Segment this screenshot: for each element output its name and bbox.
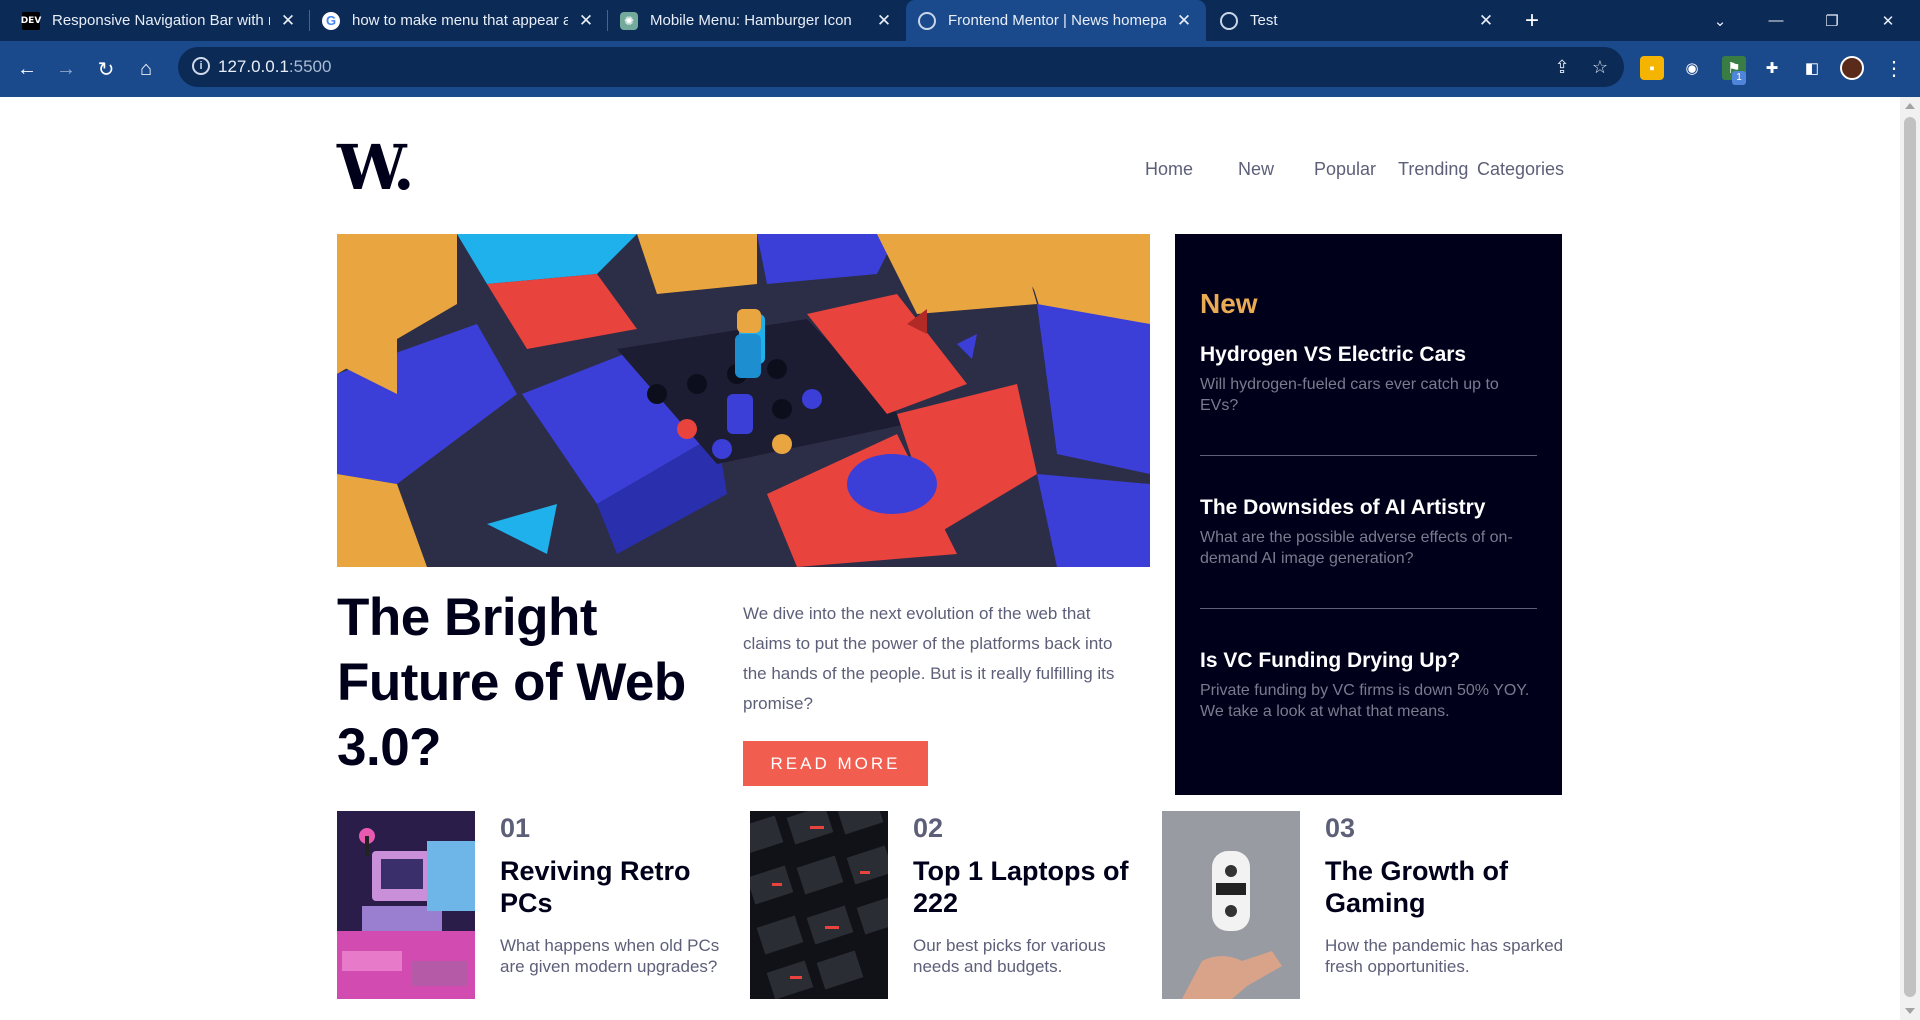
nav-new[interactable]: New bbox=[1238, 159, 1274, 180]
hero-title: The Bright Future of Web 3.0? bbox=[337, 588, 686, 777]
tab-title: Responsive Navigation Bar with n bbox=[52, 12, 270, 29]
new-article-title[interactable]: Is VC Funding Drying Up? bbox=[1200, 648, 1540, 674]
tab-frontend-mentor[interactable]: Frontend Mentor | News homepa ✕ bbox=[906, 0, 1206, 41]
new-article-item[interactable]: Is VC Funding Drying Up? Private funding… bbox=[1200, 648, 1540, 722]
tab-test[interactable]: Test ✕ bbox=[1208, 0, 1508, 41]
tab-responsive-navigation[interactable]: DEV Responsive Navigation Bar with n ✕ bbox=[10, 0, 310, 41]
read-more-button[interactable]: READ MORE bbox=[743, 741, 928, 786]
puzzle-extensions-icon[interactable]: ✚ bbox=[1760, 56, 1784, 80]
close-icon[interactable]: ✕ bbox=[874, 11, 894, 31]
restore-button[interactable]: ❐ bbox=[1804, 0, 1860, 41]
card-summary: Our best picks for various needs and bud… bbox=[913, 936, 1106, 976]
nav-trending[interactable]: Trending bbox=[1398, 159, 1468, 180]
home-icon[interactable]: ⌂ bbox=[128, 51, 164, 87]
close-icon[interactable]: ✕ bbox=[1476, 11, 1496, 31]
google-icon: G bbox=[322, 11, 340, 30]
site-logo[interactable]: W. bbox=[337, 137, 415, 199]
profile-avatar[interactable] bbox=[1840, 56, 1864, 80]
tab-mobile-menu[interactable]: ✺ Mobile Menu: Hamburger Icon ✕ bbox=[608, 0, 906, 41]
address-url[interactable]: 127.0.0.1:5500 bbox=[218, 57, 331, 77]
nav-popular[interactable]: Popular bbox=[1314, 159, 1376, 180]
retro-pc-image bbox=[337, 811, 475, 999]
minimize-button[interactable]: — bbox=[1748, 0, 1804, 41]
dev-icon: DEV bbox=[21, 11, 41, 30]
card-number: 02 bbox=[913, 813, 944, 843]
new-heading: New bbox=[1200, 288, 1258, 319]
card-number: 01 bbox=[500, 813, 531, 843]
tab-search-chevron-icon[interactable]: ⌄ bbox=[1692, 0, 1748, 41]
address-bar[interactable]: i 127.0.0.1:5500 ⇪ ☆ bbox=[178, 47, 1624, 87]
keyboard-image bbox=[750, 811, 888, 999]
spy-glasses-extension-icon[interactable]: ◉ bbox=[1680, 56, 1704, 80]
article-card: 02 Top 1 Laptops of 222 Our best picks f… bbox=[750, 811, 1150, 999]
url-host: 127.0.0.1 bbox=[218, 57, 289, 76]
tab-how-to-make-menu[interactable]: G how to make menu that appear a ✕ bbox=[310, 0, 608, 41]
chatgpt-icon: ✺ bbox=[620, 11, 638, 30]
new-articles-panel: New Hydrogen VS Electric Cars Will hydro… bbox=[1175, 234, 1562, 795]
browser-toolbar: ← → ↻ ⌂ i 127.0.0.1:5500 ⇪ ☆ ▪ ◉ ⚑ 1 ✚ ◧… bbox=[0, 41, 1920, 97]
hero-description: We dive into the next evolution of the w… bbox=[743, 604, 1115, 713]
new-tab-button[interactable]: + bbox=[1518, 0, 1546, 41]
close-icon[interactable]: ✕ bbox=[576, 11, 596, 31]
card-summary: How the pandemic has sparked fresh oppor… bbox=[1325, 936, 1564, 976]
hero-image bbox=[337, 234, 1150, 567]
article-card: 03 The Growth of Gaming How the pandemic… bbox=[1162, 811, 1565, 999]
new-article-title[interactable]: The Downsides of AI Artistry bbox=[1200, 495, 1540, 521]
close-icon[interactable]: ✕ bbox=[278, 11, 298, 31]
gaming-thumbnail bbox=[1162, 811, 1300, 999]
nav-categories[interactable]: Categories bbox=[1477, 159, 1564, 180]
back-arrow-icon[interactable]: ← bbox=[9, 51, 45, 87]
card-title[interactable]: The Growth of Gaming bbox=[1325, 855, 1565, 919]
card-title[interactable]: Top 1 Laptops of 222 bbox=[913, 855, 1153, 919]
tab-title: Frontend Mentor | News homepa bbox=[948, 12, 1166, 29]
page-viewport: W. Home New Popular Trending Categories bbox=[0, 97, 1900, 1020]
new-article-summary: What are the possible adverse effects of… bbox=[1200, 529, 1513, 567]
new-article-item[interactable]: Hydrogen VS Electric Cars Will hydrogen-… bbox=[1200, 342, 1540, 416]
laptop-thumbnail bbox=[750, 811, 888, 999]
site-info-icon[interactable]: i bbox=[192, 57, 210, 75]
new-article-item[interactable]: The Downsides of AI Artistry What are th… bbox=[1200, 495, 1540, 569]
divider bbox=[1200, 455, 1537, 456]
keep-extension-icon[interactable]: ▪ bbox=[1640, 56, 1664, 80]
retro-pc-thumbnail bbox=[337, 811, 475, 999]
url-port: :5500 bbox=[288, 57, 332, 76]
divider bbox=[1200, 608, 1537, 609]
new-article-title[interactable]: Hydrogen VS Electric Cars bbox=[1200, 342, 1540, 368]
nav-home[interactable]: Home bbox=[1145, 159, 1193, 180]
hero-blocks-illustration bbox=[337, 234, 1150, 567]
article-card: 01 Reviving Retro PCs What happens when … bbox=[337, 811, 737, 999]
card-number: 03 bbox=[1325, 813, 1356, 843]
close-icon[interactable]: ✕ bbox=[1174, 11, 1194, 31]
tab-title: Mobile Menu: Hamburger Icon bbox=[650, 12, 852, 29]
scrollbar-thumb[interactable] bbox=[1904, 117, 1916, 997]
new-article-summary: Private funding by VC firms is down 50% … bbox=[1200, 682, 1530, 720]
window-close-button[interactable]: ✕ bbox=[1860, 0, 1916, 41]
tab-title: Test bbox=[1250, 12, 1278, 29]
extension-badge: 1 bbox=[1732, 71, 1746, 85]
page-scrollbar[interactable] bbox=[1900, 97, 1920, 1020]
new-article-summary: Will hydrogen-fueled cars ever catch up … bbox=[1200, 376, 1499, 414]
bookmark-star-icon[interactable]: ☆ bbox=[1586, 53, 1614, 81]
scroll-up-arrow-icon[interactable] bbox=[1905, 103, 1915, 109]
scroll-down-arrow-icon[interactable] bbox=[1905, 1008, 1915, 1014]
share-icon[interactable]: ⇪ bbox=[1548, 53, 1576, 81]
globe-icon bbox=[1220, 11, 1238, 30]
tab-title: how to make menu that appear a bbox=[352, 12, 568, 29]
card-summary: What happens when old PCs are given mode… bbox=[500, 936, 720, 976]
globe-icon bbox=[918, 11, 936, 30]
side-panel-icon[interactable]: ◧ bbox=[1800, 56, 1824, 80]
reload-icon[interactable]: ↻ bbox=[88, 51, 124, 87]
card-title[interactable]: Reviving Retro PCs bbox=[500, 855, 740, 919]
menu-kebab-icon[interactable]: ⋮ bbox=[1882, 56, 1906, 80]
browser-tab-strip: DEV Responsive Navigation Bar with n ✕ G… bbox=[0, 0, 1920, 41]
controller-image bbox=[1162, 811, 1300, 999]
forward-arrow-icon[interactable]: → bbox=[48, 51, 84, 87]
